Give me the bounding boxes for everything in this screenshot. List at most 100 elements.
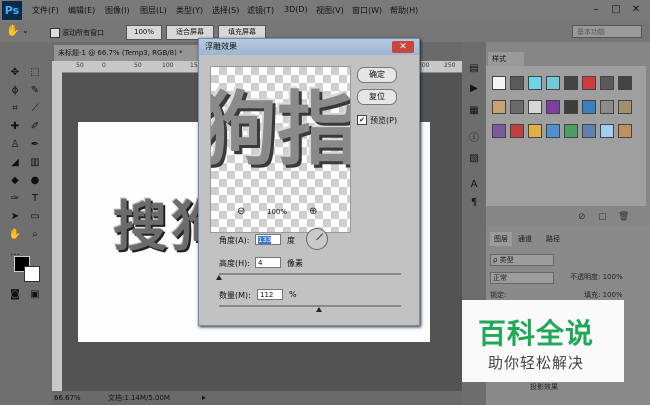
menu-image[interactable]: 图像(I) (105, 5, 130, 16)
zoom-100-button[interactable]: 100% (126, 25, 162, 40)
new-style-icon[interactable]: ▢ (598, 212, 607, 222)
style-swatch[interactable] (492, 76, 506, 90)
type-tool-icon[interactable]: T (28, 192, 42, 206)
style-swatch[interactable] (600, 100, 614, 114)
document-tab[interactable]: 未标题-1 @ 66.7% (Temp3, RGB/8) * (54, 45, 204, 61)
no-entry-icon[interactable]: ⊘ (578, 212, 586, 222)
history-brush-icon[interactable]: ✒ (28, 138, 42, 152)
style-swatch[interactable] (546, 76, 560, 90)
menu-file[interactable]: 文件(F) (32, 5, 59, 16)
style-swatch[interactable] (492, 124, 506, 138)
angle-input[interactable]: 133 (255, 234, 281, 245)
chevron-down-icon[interactable]: ⌄ (22, 26, 29, 35)
style-swatch[interactable] (510, 124, 524, 138)
zoom-in-icon[interactable]: ⊕ (309, 206, 317, 217)
blur-tool-icon[interactable]: ◆ (8, 174, 22, 188)
hand-icon[interactable]: ✋ (6, 24, 20, 37)
style-swatch[interactable] (582, 100, 596, 114)
trash-icon[interactable]: 🗑 (618, 212, 629, 222)
workspace-select[interactable]: 基本功能 (572, 25, 642, 38)
tab-channels[interactable]: 通道 (518, 232, 532, 246)
style-swatch[interactable] (492, 100, 506, 114)
status-zoom[interactable]: 66.67% (54, 391, 81, 405)
window-close-button[interactable]: ✕ (630, 4, 642, 16)
style-swatch[interactable] (546, 100, 560, 114)
reset-button[interactable]: 复位 (357, 89, 397, 105)
angle-dial[interactable] (306, 228, 328, 250)
pen-tool-icon[interactable]: ✑ (8, 192, 22, 206)
menu-select[interactable]: 选择(S) (212, 5, 239, 16)
height-slider[interactable] (216, 273, 401, 280)
adjustments-panel-icon[interactable]: ▧ (467, 152, 481, 166)
info-panel-icon[interactable]: ⓘ (467, 132, 481, 146)
style-swatch[interactable] (582, 124, 596, 138)
style-swatch[interactable] (546, 124, 560, 138)
zoom-tool-icon[interactable]: ⌕ (28, 228, 42, 242)
actions-panel-icon[interactable]: ▶ (467, 82, 481, 96)
lasso-tool-icon[interactable]: ϕ (8, 84, 22, 98)
eraser-tool-icon[interactable]: ◢ (8, 156, 22, 170)
menu-3d[interactable]: 3D(D) (284, 5, 308, 14)
style-swatch[interactable] (600, 124, 614, 138)
style-swatch[interactable] (600, 76, 614, 90)
eyedropper-icon[interactable]: ⟋ (28, 102, 42, 116)
dialog-close-button[interactable]: ✕ (392, 41, 414, 53)
menu-view[interactable]: 视图(V) (316, 5, 344, 16)
character-panel-icon[interactable]: A (467, 178, 481, 192)
menu-edit[interactable]: 编辑(E) (68, 5, 95, 16)
style-swatch[interactable] (564, 76, 578, 90)
brush-tool-icon[interactable]: ✐ (28, 120, 42, 134)
move-tool-icon[interactable]: ✥ (8, 66, 22, 80)
opacity-field[interactable]: 不透明度: 100% (570, 272, 623, 282)
menu-help[interactable]: 帮助(H) (390, 5, 418, 16)
menu-window[interactable]: 窗口(W) (352, 5, 382, 16)
style-swatch[interactable] (510, 76, 524, 90)
menu-layer[interactable]: 图层(L) (140, 5, 167, 16)
style-swatch[interactable] (510, 100, 524, 114)
quick-select-icon[interactable]: ✎ (28, 84, 42, 98)
quick-mask-icon[interactable]: ◙ (8, 288, 22, 302)
history-panel-icon[interactable]: ▤ (467, 62, 481, 76)
background-color[interactable] (24, 266, 40, 282)
tab-layers[interactable]: 图层 (490, 232, 512, 246)
style-swatch[interactable] (618, 76, 632, 90)
menu-filter[interactable]: 滤镜(T) (247, 5, 274, 16)
amount-input[interactable]: 112 (257, 289, 283, 300)
height-input[interactable]: 4 (255, 257, 281, 268)
healing-brush-icon[interactable]: ✚ (8, 120, 22, 134)
scroll-all-checkbox[interactable] (50, 28, 60, 38)
tab-styles[interactable]: 样式 (488, 52, 524, 66)
amount-slider[interactable] (219, 305, 401, 312)
tab-paths[interactable]: 路径 (546, 232, 560, 246)
style-swatch[interactable] (564, 100, 578, 114)
dodge-tool-icon[interactable]: ● (28, 174, 42, 188)
preview-checkbox[interactable]: ✔ (357, 115, 367, 125)
crop-tool-icon[interactable]: ⌗ (8, 102, 22, 116)
style-swatch[interactable] (528, 76, 542, 90)
layer-row-name[interactable]: 投影效果 (530, 382, 558, 392)
shape-tool-icon[interactable]: ▭ (28, 210, 42, 224)
marquee-tool-icon[interactable]: ⬚ (28, 66, 42, 80)
status-arrow-icon[interactable]: ▸ (202, 391, 206, 405)
style-swatch[interactable] (618, 100, 632, 114)
style-swatch[interactable] (618, 124, 632, 138)
maximize-button[interactable]: □ (610, 4, 622, 16)
layer-kind-filter[interactable]: ρ 类型 (490, 254, 554, 266)
paragraph-panel-icon[interactable]: ¶ (467, 196, 481, 210)
ok-button[interactable]: 确定 (357, 67, 397, 83)
blend-mode-select[interactable]: 正常 (490, 272, 554, 284)
stamp-tool-icon[interactable]: ♙ (8, 138, 22, 152)
amount-slider-thumb[interactable] (316, 307, 323, 312)
style-swatch[interactable] (528, 124, 542, 138)
screen-mode-icon[interactable]: ▣ (28, 288, 42, 302)
style-swatch[interactable] (582, 76, 596, 90)
path-select-icon[interactable]: ➤ (8, 210, 22, 224)
style-swatch[interactable] (528, 100, 542, 114)
zoom-out-icon[interactable]: ⊖ (237, 206, 245, 217)
hand-tool-icon[interactable]: ✋ (8, 228, 22, 242)
height-slider-thumb[interactable] (216, 275, 222, 280)
menu-type[interactable]: 类型(Y) (176, 5, 203, 16)
fill-field[interactable]: 填充: 100% (584, 290, 623, 300)
minimize-button[interactable]: – (590, 4, 602, 16)
gradient-tool-icon[interactable]: ▥ (28, 156, 42, 170)
